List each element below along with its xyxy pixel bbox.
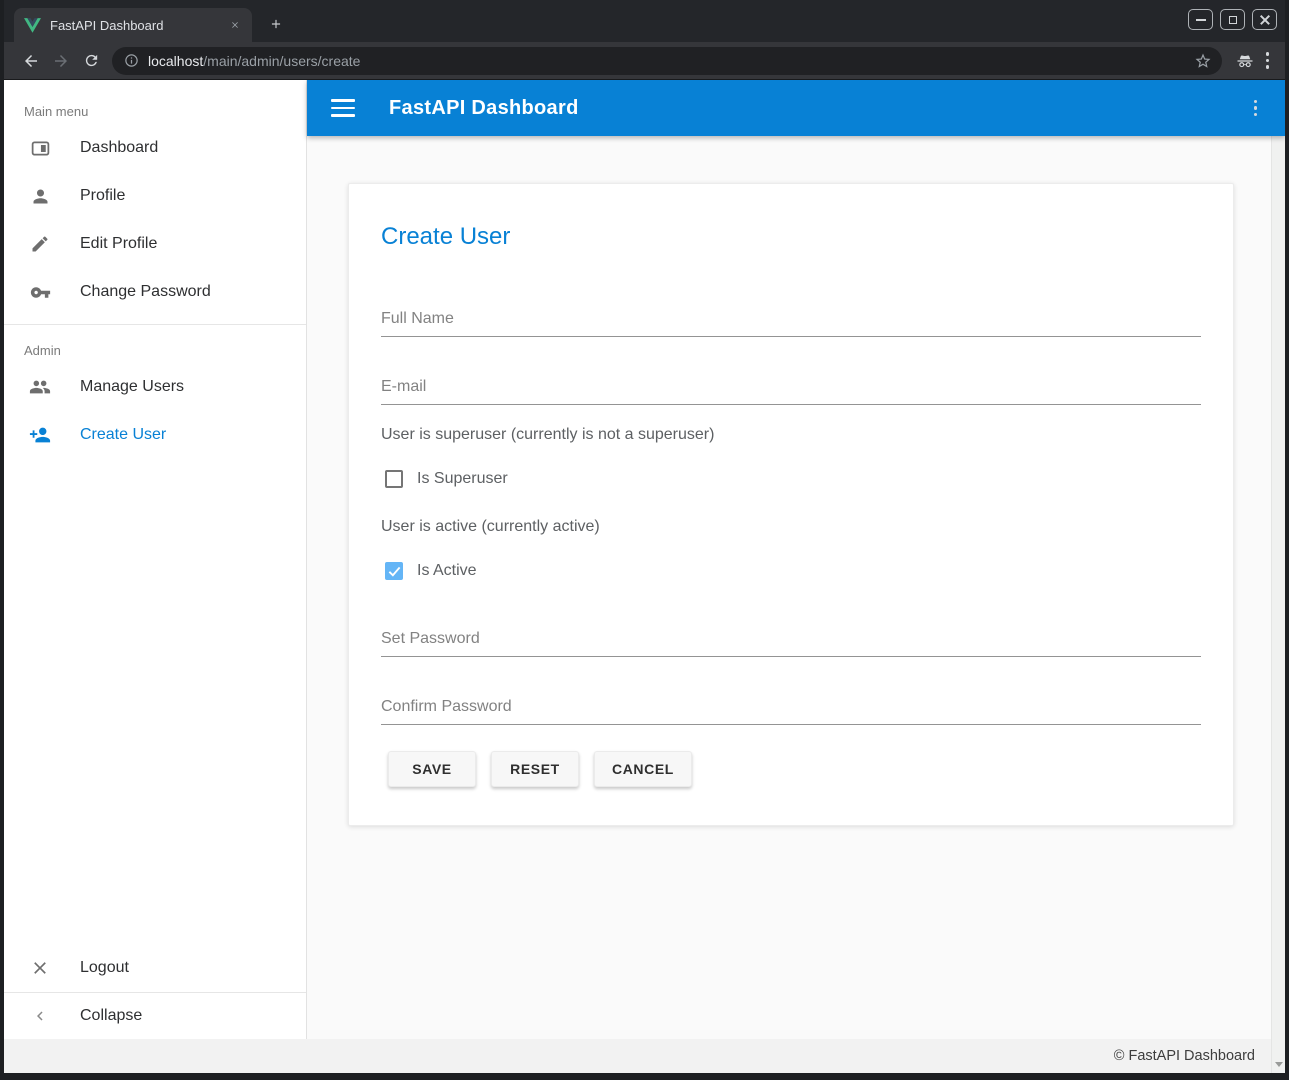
sidebar-item-logout[interactable]: Logout: [4, 944, 306, 992]
people-icon: [28, 375, 52, 399]
pencil-icon: [28, 232, 52, 256]
sidebar-item-label: Logout: [80, 959, 129, 977]
maximize-button[interactable]: [1220, 9, 1245, 30]
confirm-password-field[interactable]: Confirm Password: [381, 697, 1201, 725]
browser-menu-button[interactable]: [1260, 46, 1276, 75]
is-superuser-label: Is Superuser: [417, 470, 508, 488]
hamburger-menu-icon[interactable]: [331, 99, 355, 117]
new-tab-button[interactable]: [262, 10, 290, 38]
site-info-icon[interactable]: [124, 53, 139, 68]
sidebar-item-label: Manage Users: [80, 378, 184, 396]
app-title: FastAPI Dashboard: [389, 97, 579, 120]
browser-window: FastAPI Dashboard localhost/main/admin/u…: [0, 0, 1289, 1080]
url-text: localhost/main/admin/users/create: [148, 53, 1194, 69]
is-superuser-checkbox[interactable]: [385, 470, 403, 488]
close-icon: [1260, 15, 1270, 25]
back-button[interactable]: [16, 46, 46, 76]
sidebar-item-edit-profile[interactable]: Edit Profile: [4, 220, 306, 268]
sidebar-item-create-user[interactable]: Create User: [4, 411, 306, 459]
is-superuser-row: Is Superuser: [381, 467, 1201, 491]
back-arrow-icon: [22, 52, 40, 70]
forward-button[interactable]: [46, 46, 76, 76]
person-icon: [28, 184, 52, 208]
incognito-icon: [1230, 46, 1260, 76]
bookmark-star-icon[interactable]: [1194, 52, 1212, 70]
reload-icon: [83, 52, 100, 69]
forward-arrow-icon: [52, 52, 70, 70]
email-field[interactable]: E-mail: [381, 377, 1201, 405]
sidebar-item-label: Collapse: [80, 1007, 142, 1025]
sidebar: Main menu Dashboard Profile: [4, 80, 307, 1039]
reload-button[interactable]: [76, 46, 106, 76]
sidebar-item-label: Create User: [80, 426, 166, 444]
sidebar-item-dashboard[interactable]: Dashboard: [4, 124, 306, 172]
vertical-scrollbar[interactable]: [1271, 80, 1285, 1073]
vue-logo-icon: [24, 18, 41, 33]
minimize-icon: [1196, 19, 1206, 21]
sidebar-item-label: Change Password: [80, 283, 211, 301]
minimize-button[interactable]: [1188, 9, 1213, 30]
is-active-label: Is Active: [417, 562, 477, 580]
footer-copyright: © FastAPI Dashboard: [1114, 1048, 1255, 1064]
page-title: Create User: [381, 222, 1201, 252]
tab-title: FastAPI Dashboard: [50, 18, 226, 33]
page-footer: © FastAPI Dashboard: [4, 1039, 1271, 1073]
full-name-placeholder: Full Name: [381, 309, 1201, 329]
tab-strip: FastAPI Dashboard: [4, 0, 1285, 42]
full-name-field[interactable]: Full Name: [381, 309, 1201, 337]
sidebar-section-admin: Admin: [4, 337, 306, 363]
active-hint: User is active (currently active): [381, 517, 1201, 537]
set-password-placeholder: Set Password: [381, 629, 1201, 649]
superuser-hint: User is superuser (currently is not a su…: [381, 425, 1201, 445]
form-buttons: SAVE RESET CANCEL: [381, 751, 1201, 787]
key-icon: [28, 280, 52, 304]
sidebar-item-change-password[interactable]: Change Password: [4, 268, 306, 316]
save-button[interactable]: SAVE: [388, 751, 476, 787]
window-controls: [1188, 9, 1277, 30]
sidebar-item-profile[interactable]: Profile: [4, 172, 306, 220]
set-password-field[interactable]: Set Password: [381, 629, 1201, 657]
maximize-icon: [1229, 16, 1237, 24]
email-placeholder: E-mail: [381, 377, 1201, 397]
confirm-password-placeholder: Confirm Password: [381, 697, 1201, 717]
sidebar-divider: [4, 324, 306, 325]
is-active-row: Is Active: [381, 559, 1201, 583]
logout-x-icon: [28, 956, 52, 980]
page-content: Create User Full Name E-mail User is sup…: [307, 136, 1285, 1039]
sidebar-item-collapse[interactable]: Collapse: [4, 993, 306, 1039]
reset-button[interactable]: RESET: [491, 751, 579, 787]
sidebar-section-main-menu: Main menu: [4, 98, 306, 124]
scrollbar-down-arrow-icon[interactable]: [1275, 1062, 1283, 1067]
app-menu-button[interactable]: [1248, 94, 1264, 123]
main-area: FastAPI Dashboard Create User Full Name …: [307, 80, 1285, 1039]
sidebar-item-manage-users[interactable]: Manage Users: [4, 363, 306, 411]
browser-tab[interactable]: FastAPI Dashboard: [14, 8, 252, 42]
close-button[interactable]: [1252, 9, 1277, 30]
cancel-button[interactable]: CANCEL: [594, 751, 692, 787]
app-header: FastAPI Dashboard: [307, 80, 1285, 136]
page-viewport: Main menu Dashboard Profile: [4, 80, 1285, 1073]
person-add-icon: [28, 423, 52, 447]
is-active-checkbox[interactable]: [385, 562, 403, 580]
chevron-left-icon: [28, 1004, 52, 1028]
sidebar-spacer: [4, 459, 306, 944]
browser-toolbar: localhost/main/admin/users/create: [4, 42, 1285, 80]
sidebar-item-label: Dashboard: [80, 139, 158, 157]
sidebar-item-label: Edit Profile: [80, 235, 157, 253]
dashboard-icon: [28, 136, 52, 160]
url-bar[interactable]: localhost/main/admin/users/create: [112, 47, 1222, 75]
tab-close-icon[interactable]: [226, 16, 244, 34]
create-user-card: Create User Full Name E-mail User is sup…: [348, 183, 1234, 826]
sidebar-item-label: Profile: [80, 187, 125, 205]
